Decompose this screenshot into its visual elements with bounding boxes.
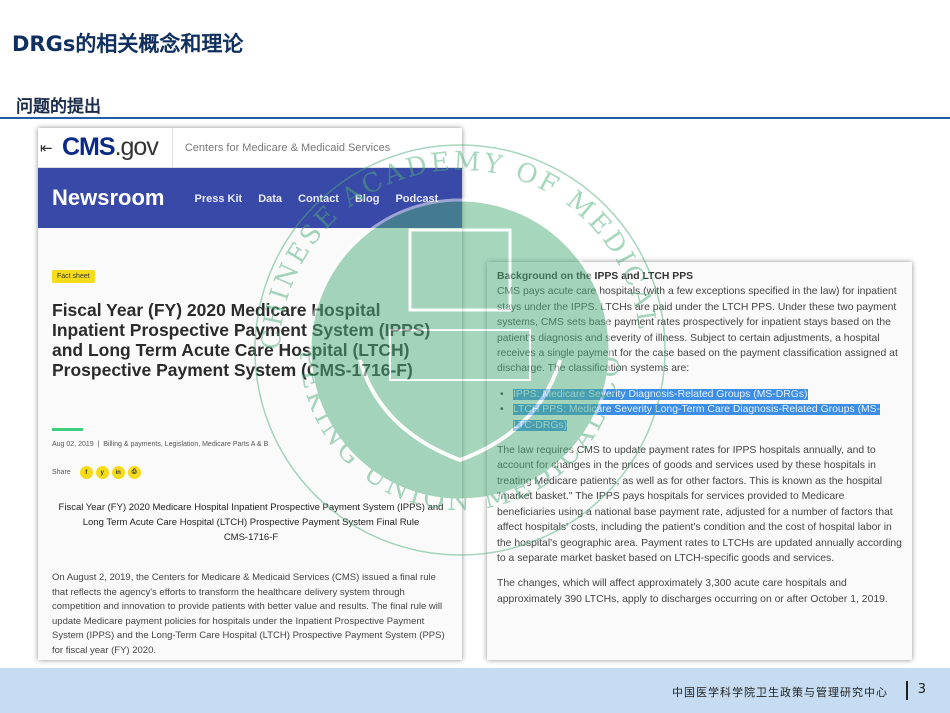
background-paragraph-2: The law requires CMS to update payment r…: [497, 445, 902, 564]
footer-divider: [906, 681, 908, 700]
article-meta: Aug 02, 2019 | Billing & payments, Legis…: [52, 441, 269, 448]
divider: [171, 128, 173, 168]
list-item: IPPS: Medicare Severity Diagnosis-Relate…: [497, 387, 902, 403]
newsroom-bar: Newsroom Press Kit Data Contact Blog Podcast: [38, 168, 462, 228]
section-title: Newsroom: [52, 185, 165, 210]
nav-blog[interactable]: Blog: [355, 193, 379, 205]
slide-title: DRGs的相关概念和理论: [12, 32, 244, 56]
background-paragraph-3: The changes, which will affect approxima…: [497, 578, 888, 605]
article-intro: On August 2, 2019, the Centers for Medic…: [52, 572, 445, 656]
nav-press-kit[interactable]: Press Kit: [194, 193, 242, 205]
accent-line: [52, 428, 83, 431]
rule-id: CMS-1716-F: [223, 532, 279, 543]
nav-data[interactable]: Data: [258, 193, 282, 205]
rule-title-block: Fiscal Year (FY) 2020 Medicare Hospital …: [52, 500, 450, 545]
print-icon[interactable]: ⎙: [127, 466, 141, 479]
cms-logo[interactable]: CMS.gov: [62, 133, 159, 162]
article-date: Aug 02, 2019: [52, 441, 94, 448]
background-heading: Background on the IPPS and LTCH PPS: [497, 271, 694, 282]
facebook-icon[interactable]: f: [79, 466, 93, 479]
list-item: LTCH PPS: Medicare Severity Long-Term Ca…: [497, 402, 902, 433]
agency-name: Centers for Medicare & Medicaid Services: [184, 141, 391, 154]
newsroom-nav: Press Kit Data Contact Blog Podcast: [194, 189, 454, 207]
cms-newsroom-screenshot: ⇤ CMS.gov Centers for Medicare & Medicai…: [38, 128, 462, 660]
share-bar: Share f y in ⎙: [52, 466, 141, 479]
article-headline: Fiscal Year (FY) 2020 Medicare Hospital …: [52, 300, 431, 380]
fact-sheet-badge: Fact sheet: [52, 270, 95, 283]
background-paragraph-1: CMS pays acute care hospitals (with a fe…: [497, 286, 898, 375]
slide-footer: 中国医学科学院卫生政策与管理研究中心 3: [0, 668, 950, 713]
background-screenshot: Background on the IPPS and LTCH PPS CMS …: [487, 262, 912, 660]
share-label: Share: [52, 469, 71, 476]
nav-contact[interactable]: Contact: [298, 193, 339, 205]
article-categories[interactable]: Billing & payments, Legislation, Medicar…: [103, 441, 268, 448]
cms-header: ⇤ CMS.gov Centers for Medicare & Medicai…: [38, 128, 462, 168]
classification-list: IPPS: Medicare Severity Diagnosis-Relate…: [497, 387, 902, 433]
page-number: 3: [917, 682, 926, 697]
linkedin-icon[interactable]: in: [111, 466, 125, 479]
title-divider: [0, 117, 950, 119]
slide-subtitle: 问题的提出: [16, 97, 101, 117]
arrow-left-bar-icon[interactable]: ⇤: [40, 139, 62, 157]
footer-org: 中国医学科学院卫生政策与管理研究中心: [672, 686, 888, 699]
rule-title: Fiscal Year (FY) 2020 Medicare Hospital …: [58, 502, 444, 528]
nav-podcast[interactable]: Podcast: [395, 193, 438, 205]
twitter-icon[interactable]: y: [95, 466, 109, 479]
